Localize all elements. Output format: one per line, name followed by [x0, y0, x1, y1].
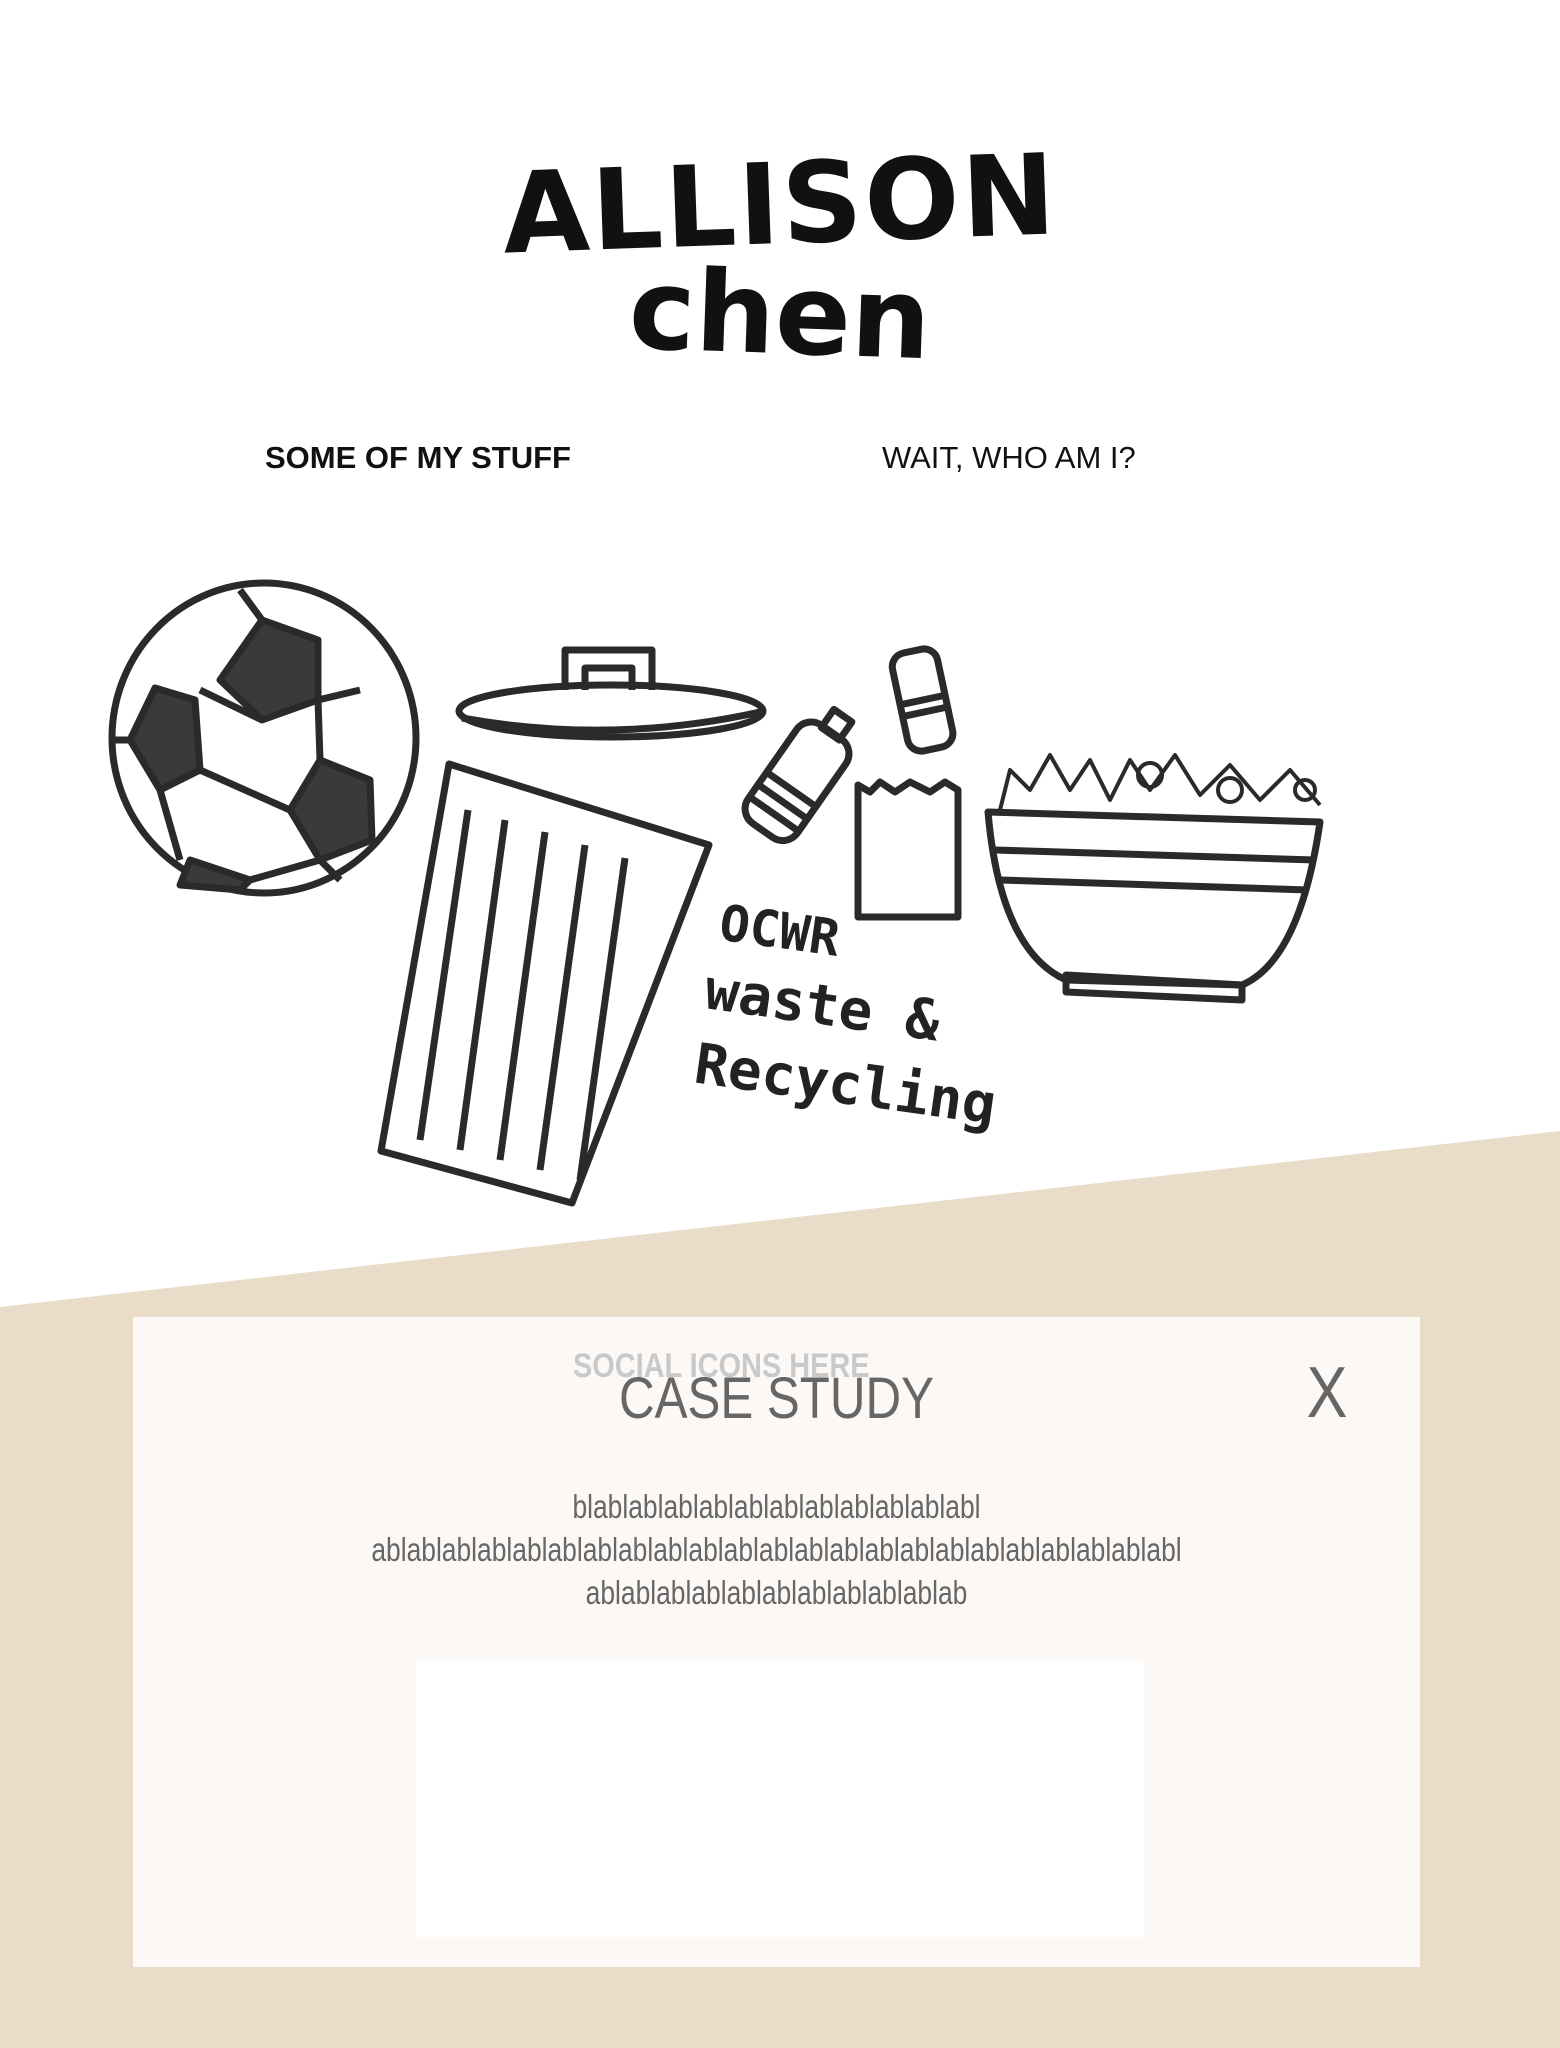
- body-line: blablablablablablablablablablablabl: [572, 1488, 981, 1525]
- soda-can-icon: [888, 645, 957, 755]
- nav-some-of-my-stuff[interactable]: SOME OF MY STUFF: [265, 440, 571, 476]
- ocwr-caption: OCWR waste & Recycling: [691, 894, 1001, 1139]
- case-study-modal: SOCIAL ICONS HERE CASE STUDY X blablabla…: [133, 1317, 1420, 1967]
- body-line: ablablablablablablablablablablab: [585, 1574, 968, 1611]
- caption-line-1: OCWR: [716, 894, 844, 968]
- nav-who-am-i[interactable]: WAIT, WHO AM I?: [882, 440, 1136, 476]
- soccer-ball-icon: [108, 579, 420, 897]
- modal-title: CASE STUDY: [618, 1366, 935, 1431]
- media-placeholder: [416, 1661, 1144, 1937]
- caption-line-3: Recycling: [691, 1032, 1001, 1139]
- trash-can-icon: [377, 760, 713, 1207]
- paper-bag-icon: [854, 778, 962, 921]
- salad-bowl-icon: [984, 753, 1324, 1004]
- close-button[interactable]: X: [1307, 1357, 1348, 1429]
- body-line: ablablablablablablablablablablablablabla…: [371, 1531, 1182, 1568]
- illustration: [108, 579, 1324, 1207]
- trash-can-lid-icon: [455, 646, 767, 741]
- modal-body-text: blablablablablablablablablablablabl abla…: [133, 1485, 1420, 1614]
